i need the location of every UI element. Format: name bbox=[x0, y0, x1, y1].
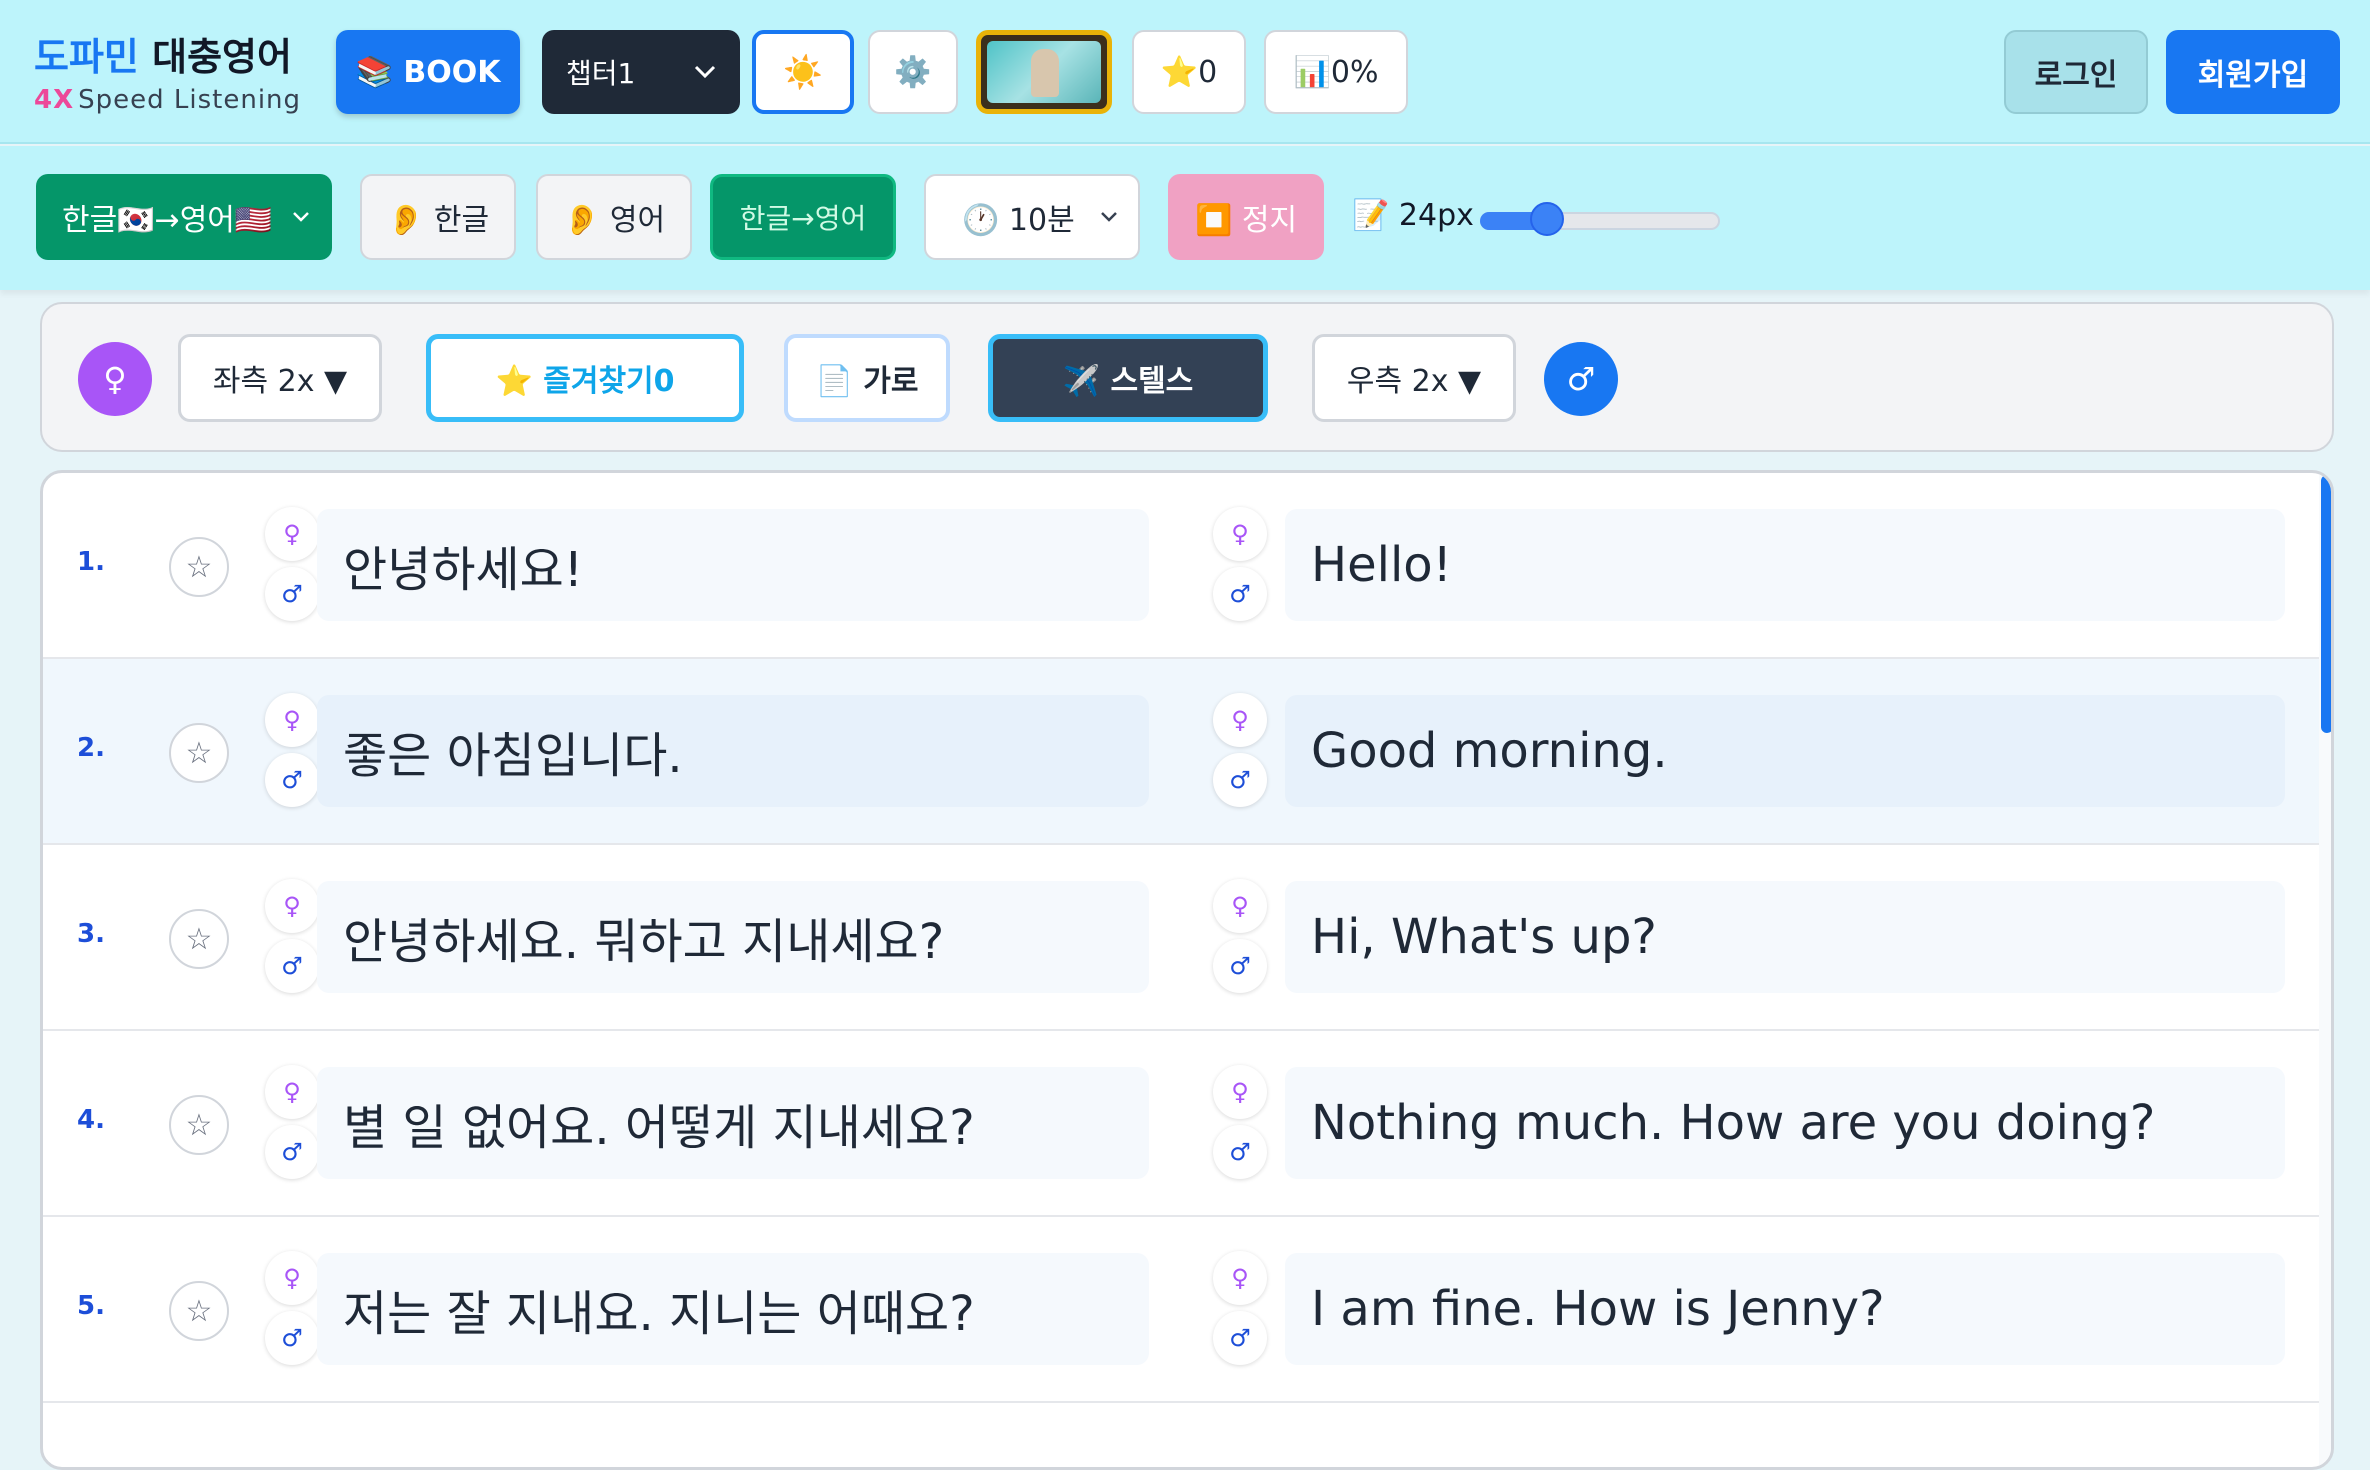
progress-badge[interactable]: 📊0% bbox=[1264, 30, 1408, 114]
female-voice-icon[interactable]: ♀ bbox=[265, 879, 319, 933]
font-size-slider[interactable] bbox=[1480, 202, 1720, 236]
korean-sentence[interactable]: 좋은 아침입니다. bbox=[317, 695, 1149, 807]
chapter-select-value: 챕터1 bbox=[566, 57, 636, 90]
male-voice-icon[interactable]: ♂ bbox=[265, 753, 319, 807]
stop-button[interactable]: ⏹️ 정지 bbox=[1168, 174, 1324, 260]
female-voice-icon[interactable]: ♀ bbox=[1213, 507, 1267, 561]
logo-brand: 도파민 bbox=[34, 35, 139, 79]
layout-toggle-button[interactable]: 📄 가로 bbox=[784, 334, 950, 422]
language-mode-value: 한글🇰🇷→영어🇺🇸 bbox=[62, 203, 273, 238]
profile-thumbnail-button[interactable] bbox=[976, 30, 1112, 114]
logo-title: 대충영어 bbox=[138, 35, 292, 79]
female-voice-button[interactable]: ♀ bbox=[78, 342, 152, 416]
korean-to-english-button[interactable]: 한글→영어 bbox=[710, 174, 896, 260]
female-voice-icon[interactable]: ♀ bbox=[265, 693, 319, 747]
english-sentence[interactable]: Hello! bbox=[1285, 509, 2285, 621]
timer-select[interactable]: 🕐 10분 bbox=[924, 174, 1140, 260]
male-voice-icon[interactable]: ♂ bbox=[265, 567, 319, 621]
row-number: 4. bbox=[77, 1105, 105, 1135]
timer-select-value: 🕐 10분 bbox=[962, 203, 1075, 238]
female-voice-icon[interactable]: ♀ bbox=[1213, 879, 1267, 933]
chevron-down-icon bbox=[694, 65, 716, 79]
table-row[interactable]: 1. ☆ ♀ ♂ 안녕하세요! ♀ ♂ Hello! bbox=[43, 473, 2319, 659]
male-voice-icon[interactable]: ♂ bbox=[265, 1311, 319, 1365]
female-voice-icon[interactable]: ♀ bbox=[265, 1065, 319, 1119]
settings-button[interactable]: ⚙️ bbox=[868, 30, 958, 114]
male-voice-icon[interactable]: ♂ bbox=[1213, 753, 1267, 807]
row-number: 1. bbox=[77, 547, 105, 577]
star-icon[interactable]: ☆ bbox=[169, 1281, 229, 1341]
row-number: 5. bbox=[77, 1291, 105, 1321]
stealth-mode-button[interactable]: ✈️ 스텔스 bbox=[988, 334, 1268, 422]
language-mode-select[interactable]: 한글🇰🇷→영어🇺🇸 bbox=[36, 174, 332, 260]
male-voice-icon[interactable]: ♂ bbox=[1213, 1311, 1267, 1365]
logo-subtitle: Speed Listening bbox=[78, 85, 302, 115]
male-voice-icon[interactable]: ♂ bbox=[1213, 1125, 1267, 1179]
star-icon[interactable]: ☆ bbox=[169, 537, 229, 597]
korean-listen-button[interactable]: 👂 한글 bbox=[360, 174, 516, 260]
korean-sentence[interactable]: 안녕하세요. 뭐하고 지내세요? bbox=[317, 881, 1149, 993]
female-voice-icon[interactable]: ♀ bbox=[1213, 1251, 1267, 1305]
top-bar: 도파민 대충영어 4X Speed Listening 📚 BOOK 챕터1 ☀️… bbox=[0, 0, 2370, 144]
scrollbar-thumb[interactable] bbox=[2321, 475, 2331, 733]
thumbnail-image bbox=[987, 41, 1101, 103]
table-row[interactable]: 3. ☆ ♀ ♂ 안녕하세요. 뭐하고 지내세요? ♀ ♂ Hi, What's up? bbox=[43, 845, 2319, 1031]
row-number: 3. bbox=[77, 919, 105, 949]
sun-icon: ☀️ bbox=[783, 53, 823, 91]
male-voice-button[interactable]: ♂ bbox=[1544, 342, 1618, 416]
login-button[interactable]: 로그인 bbox=[2004, 30, 2148, 114]
list-scrollbar[interactable] bbox=[2319, 473, 2331, 1467]
row-number: 2. bbox=[77, 733, 105, 763]
gear-icon: ⚙️ bbox=[894, 54, 932, 90]
table-row[interactable]: 4. ☆ ♀ ♂ 별 일 없어요. 어떻게 지내세요? ♀ ♂ Nothing much. H… bbox=[43, 1031, 2319, 1217]
app-logo[interactable]: 도파민 대충영어 4X Speed Listening bbox=[34, 26, 301, 115]
male-voice-icon[interactable]: ♂ bbox=[265, 939, 319, 993]
korean-sentence[interactable]: 저는 잘 지내요. 지니는 어때요? bbox=[317, 1253, 1149, 1365]
theme-toggle-button[interactable]: ☀️ bbox=[752, 30, 854, 114]
chevron-down-icon bbox=[293, 212, 309, 222]
book-button[interactable]: 📚 BOOK bbox=[336, 30, 520, 114]
left-speed-select[interactable]: 좌측 2x ▼ bbox=[178, 334, 382, 422]
korean-sentence[interactable]: 별 일 없어요. 어떻게 지내세요? bbox=[317, 1067, 1149, 1179]
female-voice-icon[interactable]: ♀ bbox=[1213, 1065, 1267, 1119]
table-row[interactable]: 5. ☆ ♀ ♂ 저는 잘 지내요. 지니는 어때요? ♀ ♂ I am fine. How … bbox=[43, 1217, 2319, 1403]
font-size-label: 📝 24px bbox=[1352, 198, 1474, 233]
logo-speed-badge: 4X bbox=[34, 85, 75, 115]
star-icon[interactable]: ☆ bbox=[169, 909, 229, 969]
star-icon[interactable]: ☆ bbox=[169, 1095, 229, 1155]
male-voice-icon[interactable]: ♂ bbox=[1213, 939, 1267, 993]
female-voice-icon[interactable]: ♀ bbox=[1213, 693, 1267, 747]
options-row: ♀ 좌측 2x ▼ ⭐ 즐겨찾기0 📄 가로 ✈️ 스텔스 우측 2x ▼ ♂ bbox=[40, 302, 2334, 452]
english-sentence[interactable]: Hi, What's up? bbox=[1285, 881, 2285, 993]
favorites-button[interactable]: ⭐ 즐겨찾기0 bbox=[426, 334, 744, 422]
female-voice-icon[interactable]: ♀ bbox=[265, 1251, 319, 1305]
table-row[interactable]: 2. ☆ ♀ ♂ 좋은 아침입니다. ♀ ♂ Good morning. bbox=[43, 659, 2319, 845]
male-icon: ♂ bbox=[1566, 360, 1596, 398]
control-bar: 한글🇰🇷→영어🇺🇸 👂 한글 👂 영어 한글→영어 🕐 10분 ⏹️ 정지 📝 … bbox=[0, 146, 2370, 290]
star-icon[interactable]: ☆ bbox=[169, 723, 229, 783]
english-listen-button[interactable]: 👂 영어 bbox=[536, 174, 692, 260]
female-icon: ♀ bbox=[103, 360, 127, 398]
english-sentence[interactable]: Nothing much. How are you doing? bbox=[1285, 1067, 2285, 1179]
star-count-badge[interactable]: ⭐0 bbox=[1132, 30, 1246, 114]
slider-thumb[interactable] bbox=[1530, 202, 1565, 236]
english-sentence[interactable]: Good morning. bbox=[1285, 695, 2285, 807]
female-voice-icon[interactable]: ♀ bbox=[265, 507, 319, 561]
male-voice-icon[interactable]: ♂ bbox=[1213, 567, 1267, 621]
english-sentence[interactable]: I am fine. How is Jenny? bbox=[1285, 1253, 2285, 1365]
male-voice-icon[interactable]: ♂ bbox=[265, 1125, 319, 1179]
sentence-list[interactable]: 1. ☆ ♀ ♂ 안녕하세요! ♀ ♂ Hello! 2. ☆ ♀ ♂ 좋은 아침입니다. ♀ ♂ Good … bbox=[40, 470, 2334, 1470]
right-speed-select[interactable]: 우측 2x ▼ bbox=[1312, 334, 1516, 422]
signup-button[interactable]: 회원가입 bbox=[2166, 30, 2340, 114]
korean-sentence[interactable]: 안녕하세요! bbox=[317, 509, 1149, 621]
chapter-select[interactable]: 챕터1 bbox=[542, 30, 740, 114]
chevron-down-icon bbox=[1101, 212, 1117, 222]
